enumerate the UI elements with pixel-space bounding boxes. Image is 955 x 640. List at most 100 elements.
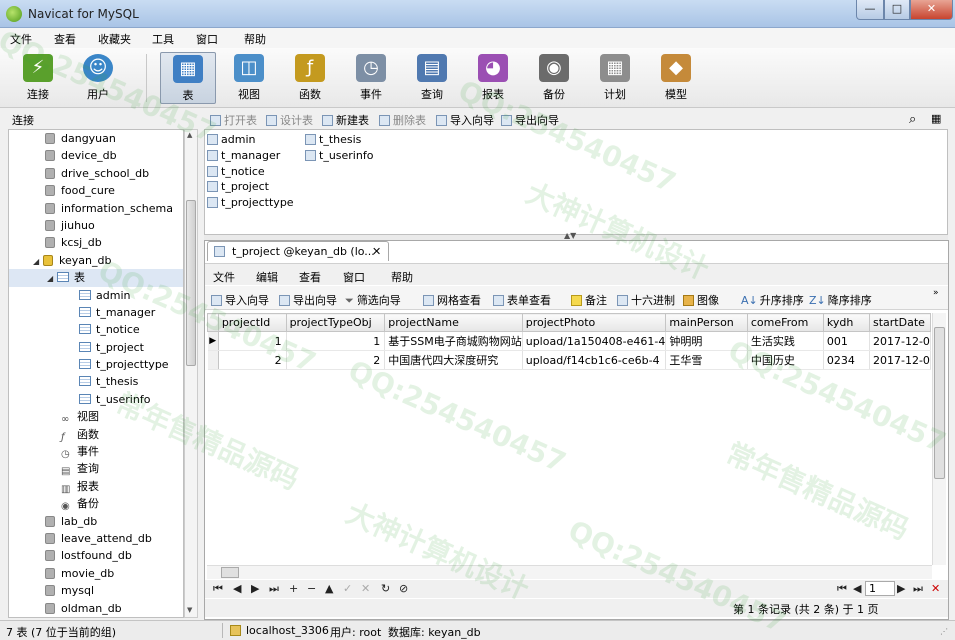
tree-scroll-thumb[interactable] xyxy=(186,200,196,366)
tree-table-t_projecttype[interactable]: t_projecttype xyxy=(9,356,183,373)
object-table-t_manager[interactable]: t_manager xyxy=(207,148,280,164)
inner-menu-view[interactable]: 查看 xyxy=(299,269,321,285)
table-row[interactable]: 2 2 中国唐代四大深度研究 upload/f14cb1c6-ce6b-4 王华… xyxy=(207,350,931,370)
toolbar-connection-button[interactable]: ⚡ 连接 xyxy=(10,52,66,104)
column-header-mainPerson[interactable]: mainPerson xyxy=(665,313,748,332)
import-wizard-button[interactable]: 导入向导 xyxy=(436,112,494,128)
tab-t_project[interactable]: t_project @keyan_db (lo... ✕ xyxy=(207,241,389,261)
filter-wizard-button[interactable]: ⏷ 筛选向导 xyxy=(345,292,401,308)
sort-descending-button[interactable]: Z↓ 降序排序 xyxy=(809,292,872,308)
tree-db-lostfound_db[interactable]: lostfound_db xyxy=(9,547,183,564)
column-header-projectId[interactable]: projectId xyxy=(217,313,287,332)
stop-icon[interactable]: ⊘ xyxy=(399,582,408,595)
tree-table-t_notice[interactable]: t_notice xyxy=(9,321,183,338)
minimize-button[interactable]: — xyxy=(856,0,884,20)
tree-backups-node[interactable]: ◉ 备份 xyxy=(9,495,183,512)
image-button[interactable]: 图像 xyxy=(683,292,719,308)
list-view-icon[interactable]: ▦ xyxy=(931,112,941,125)
column-header-comeFrom[interactable]: comeFrom xyxy=(746,313,824,332)
close-grid-icon[interactable]: ✕ xyxy=(931,582,940,595)
menu-file[interactable]: 文件 xyxy=(10,31,32,47)
page-number-input[interactable]: 1 xyxy=(865,581,895,596)
table-row[interactable]: ▶ 1 1 基于SSM电子商城购物网站 upload/1a150408-e461… xyxy=(207,331,931,351)
cell-projectId[interactable]: 1 xyxy=(218,331,287,351)
cell-projectTypeObj[interactable]: 2 xyxy=(286,350,386,370)
toolbar-report-button[interactable]: ◕ 报表 xyxy=(465,52,521,104)
previous-page-icon[interactable]: ◀ xyxy=(853,582,861,595)
toolbar-backup-button[interactable]: ◉ 备份 xyxy=(526,52,582,104)
cell-kydh[interactable]: 001 xyxy=(823,331,871,351)
column-header-projectTypeObj[interactable]: projectTypeObj xyxy=(285,313,386,332)
menu-favorites[interactable]: 收藏夹 xyxy=(98,31,131,47)
tree-db-oldman_db[interactable]: oldman_db xyxy=(9,600,183,617)
up-record-icon[interactable]: ▲ xyxy=(325,582,333,595)
next-record-icon[interactable]: ▶ xyxy=(251,582,259,595)
cell-projectName[interactable]: 基于SSM电子商城购物网站 xyxy=(384,331,523,351)
toolbar-overflow-icon[interactable]: » xyxy=(933,288,939,298)
tree-tables-node[interactable]: ◢ 表 xyxy=(9,269,183,287)
refresh-icon[interactable]: ↻ xyxy=(381,582,390,595)
tree-db-information_schema[interactable]: information_schema xyxy=(9,200,183,217)
toolbar-function-button[interactable]: ƒ 函数 xyxy=(282,52,338,104)
resize-grip-icon[interactable]: ⋰ xyxy=(940,627,948,636)
last-record-icon[interactable]: ⏭ xyxy=(269,582,279,596)
collapse-arrow-icon[interactable]: ◢ xyxy=(47,270,57,287)
apply-changes-icon[interactable]: ✓ xyxy=(343,582,352,595)
close-button[interactable]: ✕ xyxy=(910,0,953,20)
cell-comeFrom[interactable]: 中国历史 xyxy=(747,350,824,370)
tree-scrollbar[interactable]: ▲ ▼ xyxy=(184,129,198,618)
toolbar-query-button[interactable]: ▤ 查询 xyxy=(404,52,460,104)
add-record-icon[interactable]: + xyxy=(289,582,298,595)
inner-menu-window[interactable]: 窗口 xyxy=(343,269,365,285)
tree-db-dangyuan[interactable]: dangyuan xyxy=(9,130,183,147)
cell-startDate[interactable]: 2017-12-0 xyxy=(869,350,931,370)
toolbar-model-button[interactable]: ◆ 模型 xyxy=(648,52,704,104)
delete-table-button[interactable]: 删除表 xyxy=(379,112,426,128)
toolbar-table-button[interactable]: ▦ 表 xyxy=(160,52,216,104)
object-table-admin[interactable]: admin xyxy=(207,132,255,148)
export-wizard-button[interactable]: 导出向导 xyxy=(501,112,559,128)
tree-db-keyan_db[interactable]: ◢ keyan_db xyxy=(9,252,183,269)
search-icon[interactable]: ⌕ xyxy=(909,112,916,127)
tree-table-admin[interactable]: admin xyxy=(9,287,183,304)
previous-record-icon[interactable]: ◀ xyxy=(233,582,241,595)
menu-window[interactable]: 窗口 xyxy=(196,31,218,47)
tree-table-t_project[interactable]: t_project xyxy=(9,339,183,356)
cell-projectId[interactable]: 2 xyxy=(218,350,287,370)
menu-tools[interactable]: 工具 xyxy=(152,31,174,47)
tree-db-drive_school_db[interactable]: drive_school_db xyxy=(9,165,183,182)
tree-db-jiuhuo[interactable]: jiuhuo xyxy=(9,217,183,234)
cell-mainPerson[interactable]: 王华雪 xyxy=(665,350,748,370)
scroll-down-arrow-icon[interactable]: ▼ xyxy=(187,606,192,614)
scroll-up-arrow-icon[interactable]: ▲ xyxy=(187,131,192,139)
last-page-icon[interactable]: ⏭ xyxy=(913,582,923,596)
column-header-projectPhoto[interactable]: projectPhoto xyxy=(521,313,667,332)
form-view-button[interactable]: 表单查看 xyxy=(493,292,551,308)
tree-db-leave_attend_db[interactable]: leave_attend_db xyxy=(9,530,183,547)
tree-functions-node[interactable]: ƒ 函数 xyxy=(9,426,183,443)
menu-help[interactable]: 帮助 xyxy=(244,31,266,47)
tree-db-lab_db[interactable]: lab_db xyxy=(9,513,183,530)
sort-ascending-button[interactable]: A↓ 升序排序 xyxy=(741,292,804,308)
tree-db-mysql[interactable]: mysql xyxy=(9,582,183,599)
cell-kydh[interactable]: 0234 xyxy=(823,350,871,370)
maximize-button[interactable]: □ xyxy=(884,0,910,20)
tree-db-kcsj_db[interactable]: kcsj_db xyxy=(9,234,183,251)
cell-mainPerson[interactable]: 钟明明 xyxy=(665,331,748,351)
toolbar-event-button[interactable]: ◷ 事件 xyxy=(343,52,399,104)
tree-queries-node[interactable]: ▤ 查询 xyxy=(9,460,183,477)
open-table-button[interactable]: 打开表 xyxy=(210,112,257,128)
column-header-kydh[interactable]: kydh xyxy=(822,313,871,332)
tree-db-device_db[interactable]: device_db xyxy=(9,147,183,164)
toolbar-schedule-button[interactable]: ▦ 计划 xyxy=(587,52,643,104)
grid-horizontal-scrollbar[interactable] xyxy=(207,565,932,579)
grid-view-button[interactable]: 网格查看 xyxy=(423,292,481,308)
tree-table-t_manager[interactable]: t_manager xyxy=(9,304,183,321)
inner-menu-file[interactable]: 文件 xyxy=(213,269,235,285)
new-table-button[interactable]: 新建表 xyxy=(322,112,369,128)
inner-export-wizard-button[interactable]: 导出向导 xyxy=(279,292,337,308)
grid-horizontal-scroll-thumb[interactable] xyxy=(221,567,239,578)
toolbar-user-button[interactable]: ☺ 用户 xyxy=(70,52,126,104)
object-table-t_userinfo[interactable]: t_userinfo xyxy=(305,148,373,164)
tree-table-t_userinfo[interactable]: t_userinfo xyxy=(9,391,183,408)
